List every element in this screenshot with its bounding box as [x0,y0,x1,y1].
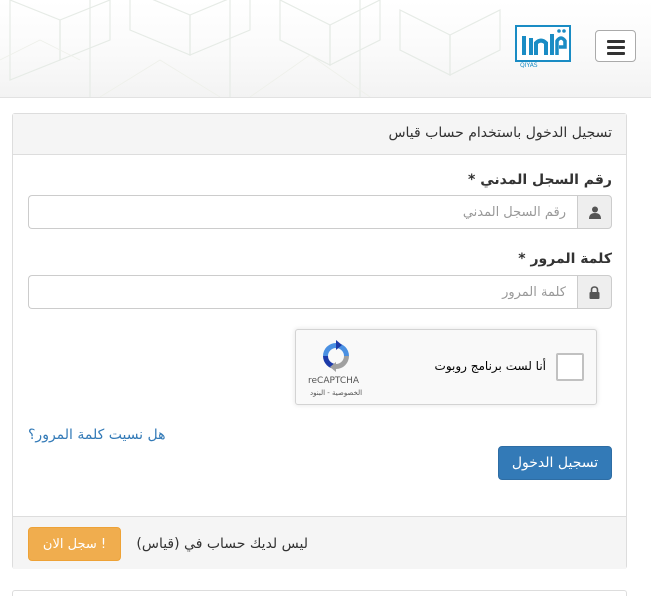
recaptcha-label: أنا لست برنامج روبوت [434,359,546,373]
site-header: QIYAS [0,0,651,98]
panel-title: تسجيل الدخول باستخدام حساب قياس [388,125,612,141]
recaptcha-widget: أنا لست برنامج روبوت reCAPTCHA الخصوصية … [295,329,597,405]
national-id-group [28,195,612,229]
panel-footer: ليس لديك حساب في (قياس) سجل الان ! [13,516,626,569]
recaptcha-logo-icon [323,340,349,372]
panel-heading: تسجيل الدخول باستخدام حساب قياس [13,114,626,155]
password-label: كلمة المرور * [518,251,612,267]
password-addon [577,275,612,309]
login-panel: تسجيل الدخول باستخدام حساب قياس رقم السج… [12,113,627,569]
forgot-password-link[interactable]: هل نسيت كلمة المرور؟ [28,427,166,443]
lock-icon [589,286,600,299]
register-button[interactable]: سجل الان ! [28,527,121,561]
no-account-text: ليس لديك حساب في (قياس) [136,536,308,552]
national-id-label: رقم السجل المدني * [468,172,612,188]
login-button[interactable]: تسجيل الدخول [498,446,612,480]
user-icon [589,206,601,219]
password-group [28,275,612,309]
national-id-input[interactable] [28,195,578,229]
qiyas-logo-icon[interactable]: QIYAS [515,25,571,69]
password-input[interactable] [28,275,578,309]
recaptcha-links[interactable]: الخصوصية - البنود [310,389,362,397]
logo-text: QIYAS [520,62,538,69]
recaptcha-checkbox[interactable] [556,353,584,381]
next-panel-edge [12,590,627,596]
national-id-addon [577,195,612,229]
recaptcha-brand: reCAPTCHA [308,376,360,386]
menu-button[interactable] [595,30,636,62]
